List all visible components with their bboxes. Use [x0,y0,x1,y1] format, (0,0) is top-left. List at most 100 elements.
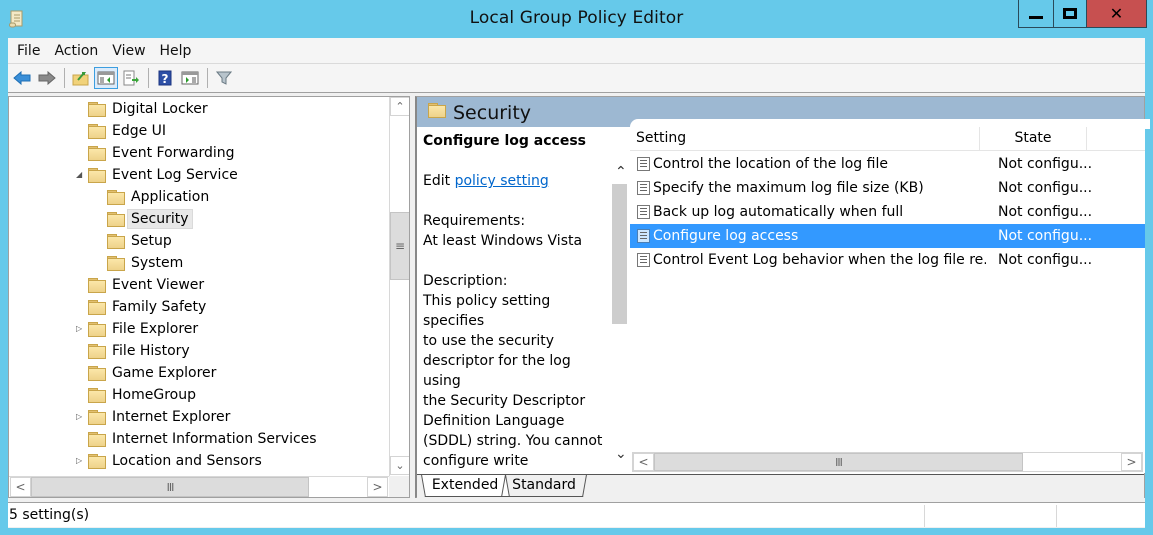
details-pane: Security Configure log access Edit polic… [415,96,1150,498]
tree-item[interactable]: Digital Locker [88,98,212,119]
column-header-setting[interactable]: Setting [630,127,980,151]
setting-state: Not configu... [998,228,1093,244]
description-vertical-scrollbar[interactable]: ⌃ ⌄ [612,164,629,473]
folder-icon [88,146,106,161]
show-hide-tree-icon [97,71,115,85]
tree-item[interactable]: ▷ Internet Explorer [76,406,234,427]
setting-row-content: Configure log access Not configu... [630,224,1145,248]
tree-item[interactable]: System [107,252,187,273]
export-list-button[interactable] [119,67,143,89]
list-horizontal-scrollbar[interactable]: < III > [632,452,1143,472]
tree-pane: Digital Locker Edge UI Event Forwarding ◢ Ev… [8,96,410,498]
grip-icon: III [835,455,843,469]
show-hide-action-pane-icon [181,71,199,85]
back-button[interactable] [10,67,34,89]
chevron-up-icon[interactable]: ⌃ [615,164,627,180]
expand-arrow-icon[interactable]: ▷ [76,412,86,421]
menu-action[interactable]: Action [47,41,105,61]
maximize-icon [1063,8,1077,19]
tree-item-label: File History [112,342,190,359]
tab-extended[interactable]: Extended [421,475,510,497]
scroll-right-button[interactable]: > [1121,453,1142,471]
scroll-right-button[interactable]: > [367,477,388,497]
forward-arrow-icon [38,71,56,85]
toolbar-separator [207,68,208,88]
folder-icon [88,168,106,183]
show-hide-action-pane-button[interactable] [178,67,202,89]
tab-standard-label: Standard [512,477,576,493]
minimize-button[interactable] [1018,0,1054,28]
setting-state: Not configu... [998,204,1093,220]
description-line: (SDDL) string. You cannot [423,433,603,449]
tree-item[interactable]: Internet Information Services [88,428,321,449]
tree-item[interactable]: ▷ File Explorer [76,318,202,339]
maximize-button[interactable] [1054,0,1087,28]
scroll-up-button[interactable]: ⌃ [390,97,409,116]
setting-name: Specify the maximum log file size (KB) [653,180,924,196]
tree-item-label: Edge UI [112,122,167,139]
setting-row-content: Control the location of the log file Not … [630,152,1145,176]
tree-vertical-scrollbar[interactable]: ⌃ ≡ ⌄ [389,97,409,476]
tree-item-label: Digital Locker [112,100,208,117]
chevron-down-icon[interactable]: ⌄ [615,446,627,462]
tree-item[interactable]: Setup [107,230,176,251]
tree-item[interactable]: ◢ Event Log Service [76,164,242,185]
folder-icon [107,190,125,205]
scroll-left-button[interactable]: < [10,477,31,497]
setting-row[interactable]: Specify the maximum log file size (KB) No… [630,176,1145,200]
tree-item[interactable]: File History [88,340,194,361]
tree-item[interactable]: ▷ Location and Sensors [76,450,266,471]
scroll-thumb[interactable] [612,184,627,324]
tree-item[interactable]: HomeGroup [88,384,200,405]
tree-item[interactable]: Application [107,186,213,207]
menu-bar: File Action View Help [8,38,1145,64]
menu-help[interactable]: Help [153,41,199,61]
scroll-thumb[interactable]: ≡ [390,212,409,280]
tree-item[interactable]: Event Forwarding [88,142,239,163]
tree-item[interactable]: Event Viewer [88,274,208,295]
expand-arrow-icon[interactable]: ▷ [76,324,86,333]
expand-arrow-icon[interactable]: ▷ [76,456,86,465]
edit-policy-setting-link[interactable]: policy setting [455,173,549,189]
folder-icon [88,454,106,469]
close-icon: ✕ [1109,4,1124,23]
close-button[interactable]: ✕ [1087,0,1147,28]
tree-item[interactable]: Edge UI [88,120,170,141]
scroll-down-button[interactable]: ⌄ [390,456,409,475]
forward-button[interactable] [35,67,59,89]
chevron-left-icon: < [638,455,649,469]
setting-row[interactable]: Configure log access Not configu... [630,224,1145,248]
help-button[interactable]: ? [153,67,177,89]
view-tabs: Extended Standard [417,474,1144,498]
scroll-thumb[interactable]: III [654,453,1023,471]
menu-file[interactable]: File [10,41,47,61]
setting-row[interactable]: Back up log automatically when full Not c… [630,200,1145,224]
tree-item-label: Internet Information Services [112,430,317,447]
description-line: descriptor for the log using [423,353,571,389]
setting-row[interactable]: Control the location of the log file Not … [630,152,1145,176]
scroll-left-button[interactable]: < [633,453,654,471]
folder-icon [88,344,106,359]
show-hide-tree-button[interactable] [94,67,118,89]
setting-name: Configure log access [653,228,799,244]
tree-item-label: Event Forwarding [112,144,235,161]
scrollbar-corner [389,476,409,497]
up-one-level-button[interactable] [69,67,93,89]
menu-view[interactable]: View [105,41,152,61]
folder-icon [88,366,106,381]
filter-button[interactable] [212,67,236,89]
tree-item[interactable]: Game Explorer [88,362,220,383]
scroll-thumb[interactable]: III [31,477,309,497]
tree-item[interactable]: Security [107,208,193,229]
svg-text:?: ? [162,72,169,86]
tree-item[interactable]: Family Safety [88,296,210,317]
tree-item-label: File Explorer [112,320,199,337]
description-line: to use the security [423,333,555,349]
tab-standard[interactable]: Standard [501,475,587,497]
tree-horizontal-scrollbar[interactable]: < III > [9,476,389,497]
setting-row[interactable]: Control Event Log behavior when the log … [630,248,1145,272]
column-header-state[interactable]: State [980,127,1087,151]
policy-setting-icon [637,253,650,267]
collapse-arrow-icon[interactable]: ◢ [76,170,86,179]
policy-setting-icon [637,157,650,171]
